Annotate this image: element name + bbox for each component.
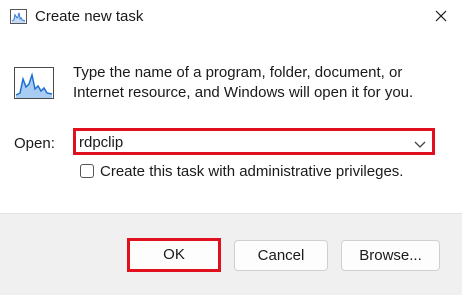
open-label: Open:	[14, 135, 55, 152]
open-combobox[interactable]	[73, 128, 435, 155]
create-new-task-dialog: Create new task Type the name of a progr…	[0, 0, 462, 295]
cancel-button[interactable]: Cancel	[234, 240, 328, 271]
admin-privileges-checkbox[interactable]	[80, 164, 94, 178]
browse-button[interactable]: Browse...	[341, 240, 440, 271]
open-input[interactable]	[79, 132, 399, 152]
dialog-description: Type the name of a program, folder, docu…	[73, 64, 414, 101]
chevron-down-icon[interactable]	[413, 137, 427, 148]
performance-graph-icon	[14, 67, 54, 99]
title-bar[interactable]: Create new task	[0, 0, 462, 34]
window-title: Create new task	[35, 8, 144, 25]
close-button[interactable]	[422, 0, 462, 34]
task-manager-icon	[10, 9, 27, 24]
admin-privileges-label[interactable]: Create this task with administrative pri…	[100, 162, 403, 182]
close-icon	[435, 10, 447, 22]
ok-button[interactable]: OK	[127, 238, 221, 272]
